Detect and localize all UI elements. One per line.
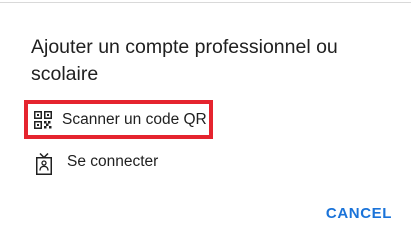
qr-code-icon <box>34 110 52 129</box>
badge-icon <box>35 152 53 175</box>
sign-in-label: Se connecter <box>67 153 159 170</box>
add-account-dialog: Ajouter un compte professionnel ou scola… <box>0 3 411 241</box>
cancel-button[interactable]: CANCEL <box>326 205 392 222</box>
dialog-title: Ajouter un compte professionnel ou scola… <box>31 36 338 85</box>
scan-qr-code-label: Scanner un code QR <box>62 110 207 128</box>
scan-qr-code-option[interactable]: Scanner un code QR <box>24 100 213 139</box>
sign-in-option[interactable]: Se connecter <box>35 151 159 175</box>
